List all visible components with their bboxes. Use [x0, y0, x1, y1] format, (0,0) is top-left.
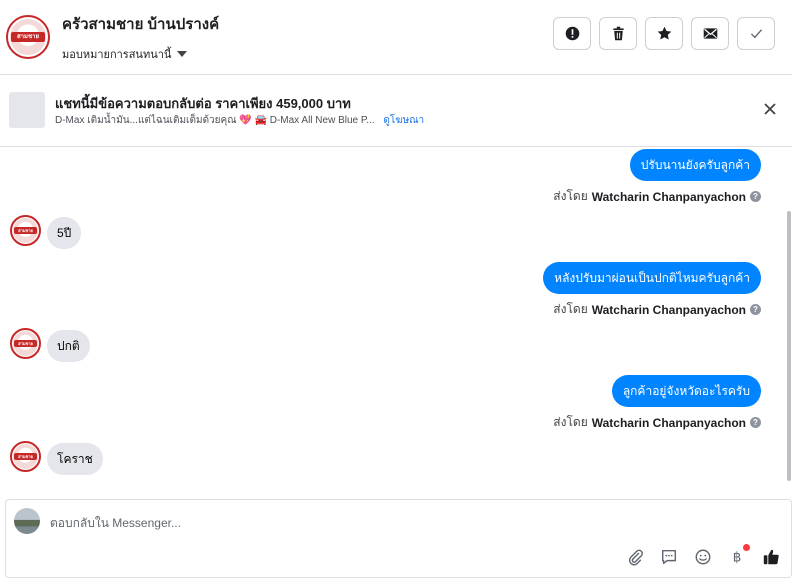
logo-band: สามชาย — [14, 453, 37, 460]
assign-conversation-dropdown[interactable]: มอบหมายการสนทนานี้ — [62, 45, 219, 63]
sent-by-line: ส่งโดย Watcharin Chanpanyachon ? — [553, 300, 761, 319]
caret-down-icon — [177, 50, 188, 57]
ad-title: แชทนี้มีข้อความตอบกลับต่อ ราคาเพียง 459,… — [55, 96, 351, 111]
emoji-button[interactable] — [693, 547, 713, 567]
agent-avatar — [14, 508, 40, 534]
saved-replies-button[interactable] — [659, 547, 679, 567]
logo-band: สามชาย — [11, 32, 45, 42]
payment-icon: ฿ — [733, 550, 742, 565]
conversation-header: สามชาย ครัวสามชาย บ้านปรางค์ มอบหมายการส… — [0, 0, 792, 75]
saved-replies-icon — [661, 549, 677, 565]
help-icon[interactable]: ? — [750, 417, 761, 428]
ad-thumbnail — [9, 92, 45, 128]
ad-subtitle-text: D-Max เติมน้ำมัน...แต่ไฉนเติมเต็มด้วยคุณ… — [55, 115, 375, 126]
help-icon[interactable]: ? — [750, 191, 761, 202]
message-thread: ปรับนานยังครับลูกค้า ส่งโดย Watcharin Ch… — [0, 147, 792, 499]
sent-by-label: ส่งโดย — [553, 189, 588, 203]
composer-tools: ฿ — [625, 544, 781, 567]
outgoing-message[interactable]: ลูกค้าอยู่จังหวัดอะไรครับ — [611, 375, 761, 407]
ad-context-banner: แชทนี้มีข้อความตอบกลับต่อ ราคาเพียง 459,… — [0, 75, 792, 147]
check-icon — [750, 29, 762, 39]
scroll-thumb[interactable] — [787, 211, 791, 481]
svg-text:฿: ฿ — [733, 550, 742, 565]
like-button[interactable] — [761, 547, 781, 567]
notification-dot — [743, 544, 750, 551]
attach-button[interactable] — [625, 547, 645, 567]
logo-icon: สามชาย — [13, 331, 38, 356]
sender-name: Watcharin Chanpanyachon — [591, 189, 746, 204]
outgoing-message[interactable]: ปรับนานยังครับลูกค้า — [629, 149, 761, 181]
close-icon[interactable] — [762, 101, 778, 117]
star-button[interactable] — [645, 17, 683, 50]
payment-button[interactable]: ฿ — [727, 544, 750, 567]
outgoing-message[interactable]: หลังปรับมาผ่อนเป็นปกติไหมครับลูกค้า — [543, 262, 761, 294]
sender-name: Watcharin Chanpanyachon — [591, 302, 746, 317]
title-block: ครัวสามชาย บ้านปรางค์ มอบหมายการสนทนานี้ — [62, 12, 219, 63]
star-icon — [657, 26, 671, 40]
customer-avatar: สามชาย — [10, 215, 41, 246]
spam-icon — [565, 26, 579, 41]
incoming-message[interactable]: 5ปี — [47, 217, 82, 249]
inbox-conversation-panel: สามชาย ครัวสามชาย บ้านปรางค์ มอบหมายการส… — [0, 0, 792, 578]
header-actions — [553, 17, 775, 50]
sent-by-line: ส่งโดย Watcharin Chanpanyachon ? — [553, 187, 761, 206]
assign-label: มอบหมายการสนทนานี้ — [62, 48, 172, 61]
logo-icon: สามชาย — [13, 218, 38, 243]
mark-unread-button[interactable] — [691, 17, 729, 50]
reply-input[interactable] — [50, 514, 690, 532]
mark-done-button[interactable] — [737, 17, 775, 50]
help-icon[interactable]: ? — [750, 304, 761, 315]
logo-icon: สามชาย — [10, 19, 46, 55]
customer-avatar: สามชาย — [10, 441, 41, 472]
emoji-icon — [695, 549, 711, 565]
logo-band: สามชาย — [14, 340, 37, 347]
attachment-icon — [628, 549, 643, 566]
reply-composer: ฿ — [5, 499, 792, 578]
customer-avatar: สามชาย — [10, 328, 41, 359]
incoming-message[interactable]: โคราช — [47, 443, 103, 475]
mail-icon — [703, 28, 717, 39]
thread-scrollbar[interactable] — [786, 147, 792, 499]
like-icon — [763, 549, 779, 565]
trash-icon — [612, 26, 624, 41]
incoming-message[interactable]: ปกติ — [47, 330, 90, 362]
ad-subtitle: D-Max เติมน้ำมัน...แต่ไฉนเติมเต็มด้วยคุณ… — [55, 113, 424, 128]
page-avatar[interactable]: สามชาย — [6, 15, 50, 59]
sent-by-line: ส่งโดย Watcharin Chanpanyachon ? — [553, 413, 761, 432]
sender-name: Watcharin Chanpanyachon — [591, 415, 746, 430]
delete-button[interactable] — [599, 17, 637, 50]
view-ad-link[interactable]: ดูโฆษณา — [383, 115, 424, 126]
page-title[interactable]: ครัวสามชาย บ้านปรางค์ — [62, 12, 219, 36]
logo-icon: สามชาย — [13, 444, 38, 469]
sent-by-label: ส่งโดย — [553, 302, 588, 316]
sent-by-label: ส่งโดย — [553, 415, 588, 429]
logo-band: สามชาย — [14, 227, 37, 234]
mark-spam-button[interactable] — [553, 17, 591, 50]
